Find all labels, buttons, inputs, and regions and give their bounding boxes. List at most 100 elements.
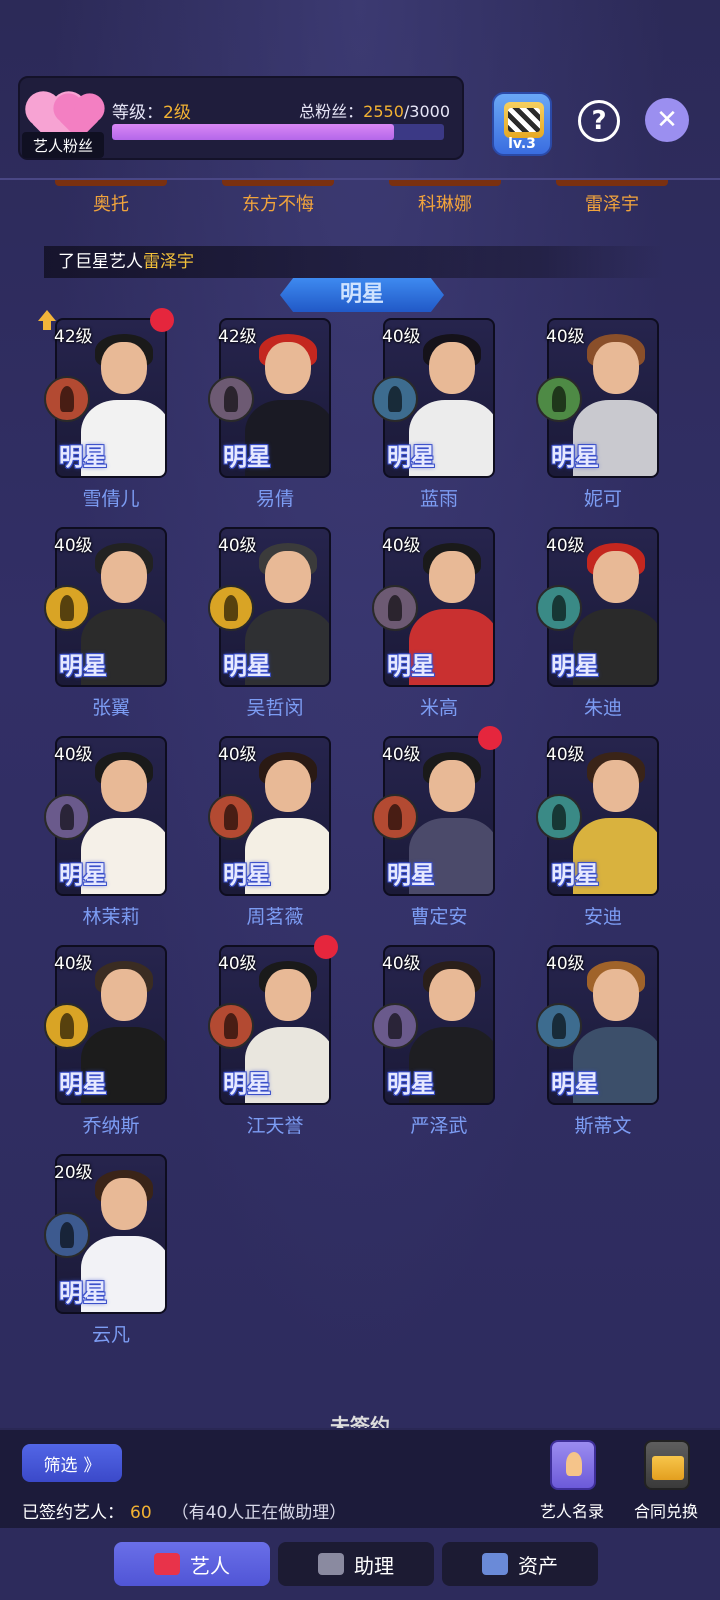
artist-cell[interactable]: 明星 40级安迪 [492, 736, 659, 946]
artist-level: 40级 [54, 745, 93, 765]
bottom-panel: 筛选》 已签约艺人： 60 （有40人正在做助理） 艺人名录 合同兑换 [0, 1428, 720, 1528]
portrait-face [101, 551, 147, 603]
studio-level: lv.3 [508, 136, 536, 152]
artist-name: 安迪 [583, 906, 622, 928]
artist-cell[interactable]: 明星 40级 乔纳斯 [0, 945, 167, 1155]
artist-cell[interactable]: 明星 40级 林茉莉 [0, 736, 167, 946]
artist-name[interactable]: 雷泽宇 [537, 190, 687, 216]
artist-level: 42级 [218, 327, 257, 347]
artist-level: 40级 [546, 745, 585, 765]
tab-assistants[interactable]: 助理 [278, 1542, 434, 1586]
artist-cell[interactable]: 明星 20级 云凡 [0, 1154, 167, 1364]
artist-name: 乔纳斯 [82, 1115, 140, 1137]
artist-cell[interactable]: 明星 40级 张翼 [0, 527, 167, 737]
tab-assets[interactable]: 资产 [442, 1542, 598, 1586]
star-badge: 明星 [59, 443, 107, 471]
portrait-face [593, 342, 639, 394]
portrait-face [265, 551, 311, 603]
studio-level-button[interactable]: lv.3 [492, 92, 552, 156]
portrait-face [265, 342, 311, 394]
role-type-icon [372, 376, 418, 422]
artist-cell[interactable]: 明星 40级 江天誉 [164, 935, 338, 1155]
card-stub [389, 180, 501, 186]
portrait-face [593, 760, 639, 812]
artist-level: 40级 [382, 536, 421, 556]
artist-level: 40级 [54, 954, 93, 974]
artist-cell[interactable]: 明星 40级 朱迪 [492, 527, 659, 737]
card-stub [55, 180, 167, 186]
artist-cell[interactable]: 明星 40级 吴哲闵 [164, 527, 331, 737]
portrait-face [101, 969, 147, 1021]
artist-level: 40级 [546, 327, 585, 347]
artist-name: 雪倩儿 [82, 488, 140, 510]
star-badge: 明星 [387, 861, 435, 889]
artist-name: 云凡 [91, 1324, 130, 1346]
hearts-icon [28, 86, 101, 148]
tab-artists[interactable]: 艺人 [114, 1542, 270, 1586]
artist-cell[interactable]: 明星 42级 易倩 [164, 318, 331, 528]
role-type-icon [536, 1003, 582, 1049]
help-button[interactable]: ? [578, 100, 620, 142]
portrait-face [429, 760, 475, 812]
role-type-icon [44, 585, 90, 631]
artist-name: 张翼 [91, 697, 130, 719]
role-type-icon [208, 1003, 254, 1049]
filter-button[interactable]: 筛选》 [22, 1444, 122, 1482]
artist-name[interactable]: 奥托 [36, 190, 186, 216]
role-type-icon [372, 1003, 418, 1049]
clapperboard-icon [504, 102, 544, 138]
artist-cell[interactable]: 明星 42级雪倩儿 [0, 308, 174, 528]
artist-level: 40级 [546, 536, 585, 556]
star-badge: 明星 [551, 1070, 599, 1098]
artist-name[interactable]: 东方不悔 [203, 190, 353, 216]
artist-name: 严泽武 [410, 1115, 468, 1137]
artist-level: 40级 [382, 745, 421, 765]
star-badge: 明星 [223, 861, 271, 889]
previous-section-names: 奥托 东方不悔 科琳娜 雷泽宇 [0, 180, 720, 216]
artist-cell[interactable]: 明星 40级 蓝雨 [328, 318, 495, 528]
fans-progress-bar [112, 124, 444, 140]
announcement-marquee: 了巨星艺人雷泽宇 [44, 246, 664, 278]
artist-name[interactable]: 科琳娜 [370, 190, 520, 216]
artist-directory-button[interactable]: 艺人名录 [530, 1440, 614, 1526]
artist-name: 妮可 [583, 488, 622, 510]
artist-name: 周茗薇 [246, 906, 304, 928]
artist-cell[interactable]: 明星 40级 严泽武 [328, 945, 495, 1155]
artist-cell[interactable]: 明星 40级 曹定安 [328, 726, 502, 946]
artist-level: 40级 [218, 745, 257, 765]
folder-icon [644, 1440, 690, 1490]
total-fans: 总粉丝：2550/3000 [299, 102, 450, 121]
star-badge: 明星 [59, 1279, 107, 1307]
role-type-icon [208, 585, 254, 631]
artist-level: 42级 [54, 327, 93, 347]
contract-exchange-button[interactable]: 合同兑换 [624, 1440, 708, 1526]
assistant-icon [318, 1553, 344, 1575]
star-badge: 明星 [59, 652, 107, 680]
fan-level-panel: 艺人粉丝 等级：2级 总粉丝：2550/3000 [18, 76, 464, 160]
portrait-face [101, 760, 147, 812]
artist-name: 吴哲闵 [246, 697, 304, 719]
artist-cell[interactable]: 明星 40级周茗薇 [164, 736, 331, 946]
artist-name: 江天誉 [246, 1115, 304, 1137]
assets-icon [482, 1553, 508, 1575]
card-stub [556, 180, 668, 186]
bottom-tab-bar: 艺人 助理 资产 [0, 1530, 720, 1600]
role-type-icon [208, 376, 254, 422]
role-type-icon [372, 585, 418, 631]
artist-level: 40级 [546, 954, 585, 974]
fan-badge-label: 艺人粉丝 [22, 132, 104, 158]
artist-cell[interactable]: 明星 40级 妮可 [492, 318, 659, 528]
portrait-face [429, 551, 475, 603]
star-badge: 明星 [387, 652, 435, 680]
artist-level: 40级 [218, 536, 257, 556]
artist-name: 蓝雨 [419, 488, 458, 510]
close-button[interactable]: ✕ [645, 98, 689, 142]
star-badge: 明星 [551, 861, 599, 889]
artist-cell[interactable]: 明星 40级 斯蒂文 [492, 945, 659, 1155]
artist-level: 40级 [382, 954, 421, 974]
artist-cell[interactable]: 明星 40级 米高 [328, 527, 495, 737]
artist-level: 40级 [218, 954, 257, 974]
fans-progress-fill [112, 124, 395, 140]
role-type-icon [536, 794, 582, 840]
artist-name: 林茉莉 [82, 906, 140, 928]
